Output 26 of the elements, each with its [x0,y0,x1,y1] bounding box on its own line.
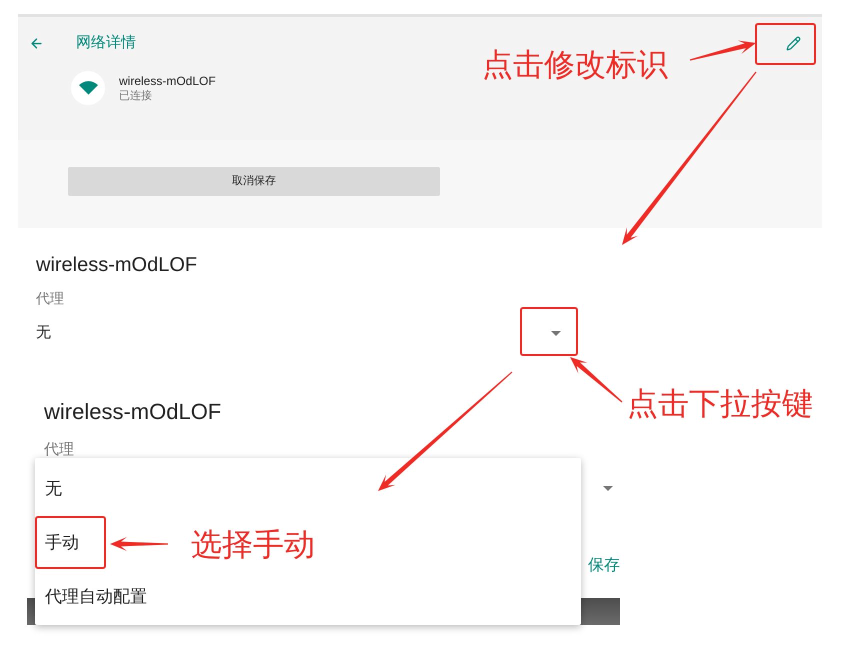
network-title: wireless-mOdLOF [44,399,222,425]
arrow [110,537,168,551]
wifi-icon [71,71,105,105]
instruction-text: 点击下拉按键 [627,386,813,422]
menu-option[interactable]: 手动 [41,528,83,558]
highlight-frame [755,23,816,65]
dropdown-value[interactable]: 无 [36,323,51,343]
network-status: 已连接 [119,88,152,104]
field-label: 代理 [44,440,74,460]
instruction-text: 点击修改标识 [482,47,668,83]
menu-option[interactable]: 代理自动配置 [41,582,151,612]
forget-button[interactable]: 取消保存 [68,167,440,196]
screen-title: 网络详情 [76,33,136,53]
network-name: wireless-mOdLOF [119,72,216,88]
network-title: wireless-mOdLOF [36,253,198,277]
caret-icon[interactable] [551,330,561,336]
field-label: 代理 [36,289,64,308]
pencil-icon[interactable] [786,36,801,50]
arrow [570,357,622,402]
save-button[interactable]: 保存 [588,555,620,577]
menu-option[interactable]: 无 [41,474,66,504]
caret-icon[interactable] [603,486,613,490]
arrow [690,40,756,61]
highlight-frame [520,307,578,356]
highlight-frame [35,516,106,569]
instruction-text: 选择手动 [191,527,315,563]
